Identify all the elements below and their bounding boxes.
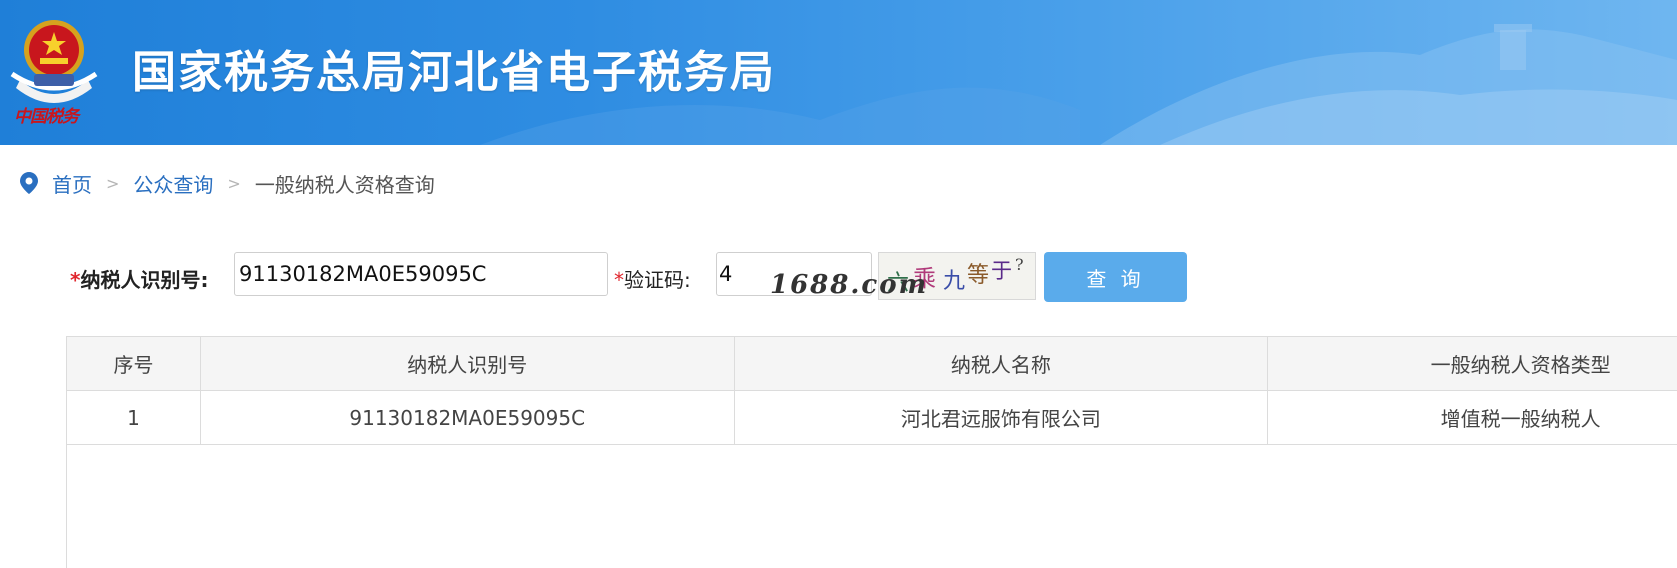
- site-title: 国家税务总局河北省电子税务局: [132, 47, 776, 98]
- breadcrumb-current: 一般纳税人资格查询: [254, 172, 435, 197]
- captcha-char: 等: [967, 263, 990, 288]
- taxid-label-text: 纳税人识别号:: [80, 268, 209, 292]
- result-table: 序号 纳税人识别号 纳税人名称 一般纳税人资格类型 1 91130182MA0E…: [66, 336, 1677, 568]
- taxid-input[interactable]: [234, 252, 608, 296]
- captcha-input[interactable]: [716, 252, 872, 296]
- site-header: 中国税务 国家税务总局河北省电子税务局: [0, 0, 1677, 145]
- cell-qualification-type: 增值税一般纳税人: [1440, 407, 1601, 431]
- column-header-name: 纳税人名称: [735, 337, 1269, 390]
- captcha-label-text: 验证码:: [624, 268, 691, 292]
- breadcrumb-separator: >: [106, 173, 120, 193]
- captcha-image[interactable]: 六 乘 九 等 于 ?: [878, 252, 1036, 300]
- table-header-row: 序号 纳税人识别号 纳税人名称 一般纳税人资格类型: [67, 337, 1677, 391]
- required-mark: *: [70, 268, 81, 292]
- captcha-char: 九: [943, 269, 966, 294]
- breadcrumb-home-link[interactable]: 首页: [52, 169, 92, 198]
- emblem-caption: 中国税务: [14, 107, 79, 127]
- captcha-char: 于: [991, 259, 1012, 283]
- captcha-char: ?: [1015, 255, 1024, 274]
- column-header-qualification: 一般纳税人资格类型: [1430, 353, 1611, 377]
- required-mark: *: [614, 268, 624, 292]
- breadcrumb: 首页 > 公众查询 > 一般纳税人资格查询: [20, 168, 435, 198]
- location-pin-icon: [20, 172, 38, 194]
- column-header-index: 序号: [67, 337, 201, 390]
- taxid-label: *纳税人识别号:: [70, 264, 208, 293]
- breadcrumb-public-query-link[interactable]: 公众查询: [133, 169, 213, 198]
- query-form: *纳税人识别号: *验证码: 六 乘 九 等 于 ? 查 询: [0, 250, 1677, 304]
- cell-taxid: 91130182MA0E59095C: [201, 391, 735, 444]
- table-row: 1 91130182MA0E59095C 河北君远服饰有限公司 增值税一般纳税人: [67, 391, 1677, 445]
- breadcrumb-separator: >: [227, 173, 241, 193]
- captcha-char: 六: [887, 271, 910, 296]
- cell-index: 1: [67, 391, 201, 444]
- cell-taxpayer-name: 河北君远服饰有限公司: [735, 391, 1269, 444]
- captcha-char: 乘: [913, 266, 936, 292]
- query-button[interactable]: 查 询: [1044, 252, 1187, 302]
- column-header-taxid: 纳税人识别号: [201, 337, 735, 390]
- captcha-label: *验证码:: [614, 264, 691, 293]
